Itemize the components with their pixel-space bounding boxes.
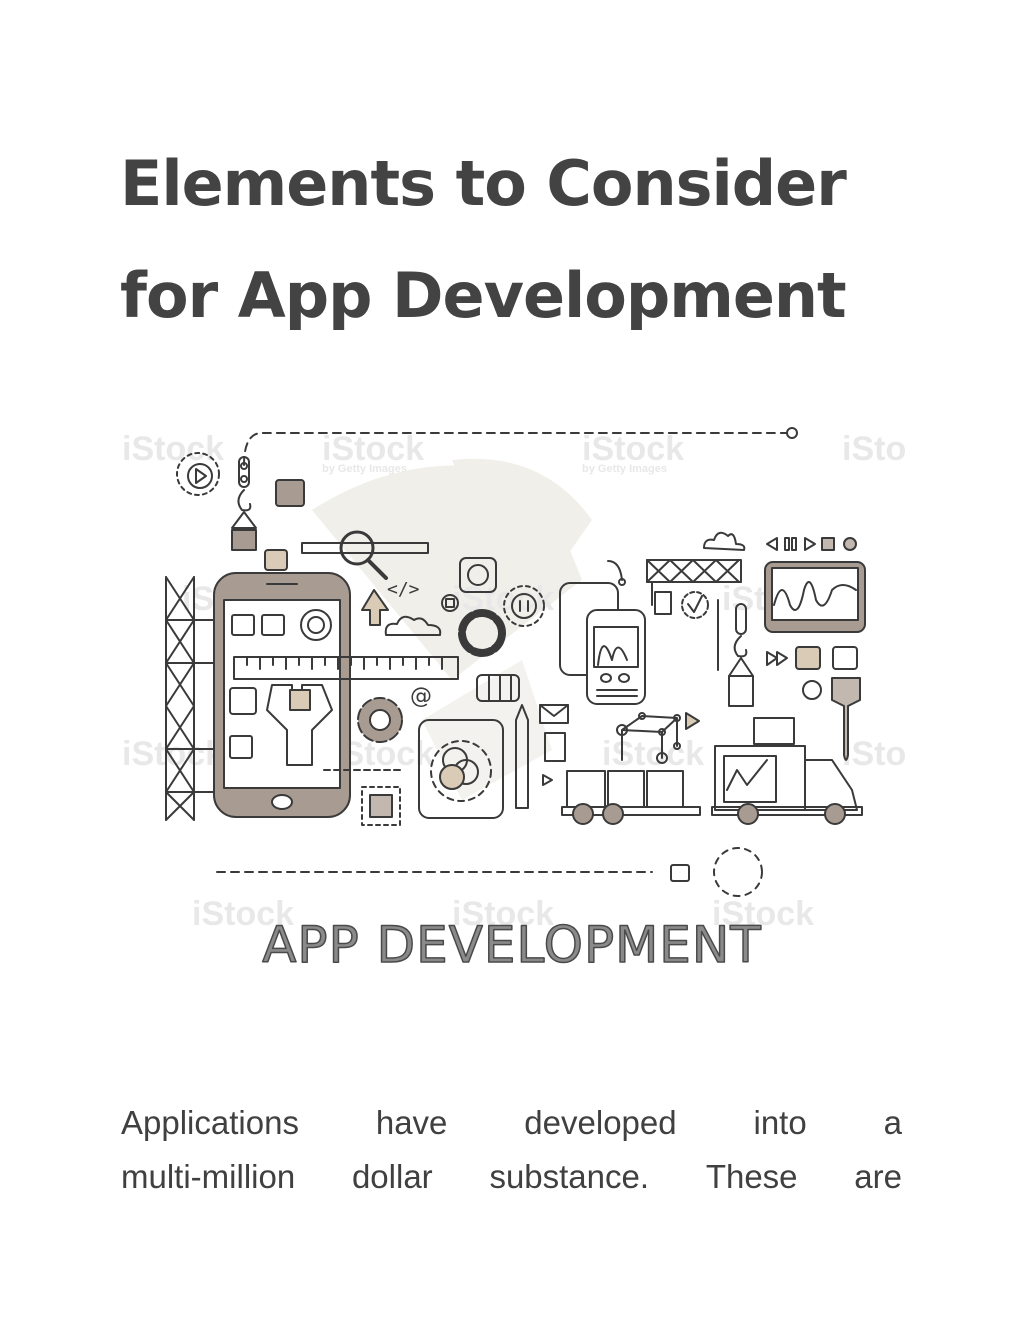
word: Applications	[121, 1104, 299, 1141]
box-icon	[264, 549, 288, 571]
word: into	[753, 1104, 807, 1141]
box-icon	[795, 646, 821, 670]
pie-icon	[802, 680, 822, 700]
watermark-text: iStock	[842, 430, 907, 468]
smartphone-icon	[213, 572, 351, 818]
box-icon	[275, 479, 305, 507]
word: multi-million	[121, 1158, 296, 1195]
watermark-text: iStock	[452, 580, 554, 618]
word: dollar	[351, 1158, 433, 1195]
word: are	[854, 1158, 902, 1195]
at-sign-icon: @	[410, 684, 432, 709]
watermark-text: iStock	[842, 735, 907, 773]
watermark-text: iStock	[602, 735, 704, 773]
delivery-truck-icon	[561, 717, 863, 825]
word: substance.	[489, 1158, 650, 1195]
box-icon	[832, 646, 858, 670]
box-icon	[369, 794, 393, 818]
watermark-text: iStock	[122, 430, 224, 468]
mobile-screens-icon	[559, 582, 646, 705]
word: have	[375, 1104, 448, 1141]
app-development-illustration: iStock iStock iStock iStock by Getty Ima…	[122, 420, 907, 980]
body-paragraph: Applications have developed into a multi…	[121, 1096, 902, 1204]
illustration-caption: APP DEVELOPMENT	[262, 916, 762, 974]
check-icon	[681, 591, 709, 619]
media-controls-icon	[766, 537, 778, 551]
fast-forward-icon	[766, 651, 788, 666]
title-line-2: for App Development	[120, 259, 847, 332]
title-line-1: Elements to Consider	[120, 147, 847, 220]
word: a	[883, 1104, 902, 1141]
cloud-icon	[703, 531, 746, 551]
document-title: Elements to Consider for App Development	[120, 128, 920, 352]
watermark-subtext: by Getty Images	[582, 463, 667, 475]
watermark-text: iStock	[122, 735, 224, 773]
connector-end	[786, 427, 798, 439]
word: These	[705, 1158, 798, 1195]
paragraph-line-1: Applications have developed into a	[121, 1096, 902, 1150]
play-triangle-icon	[685, 712, 700, 730]
word: developed	[524, 1104, 677, 1141]
paragraph-line-2: multi-million dollar substance. These ar…	[121, 1150, 902, 1204]
profile-icon	[654, 591, 672, 615]
watermark-subtext: by Getty Images	[322, 463, 407, 475]
code-icon: </>	[387, 579, 420, 600]
